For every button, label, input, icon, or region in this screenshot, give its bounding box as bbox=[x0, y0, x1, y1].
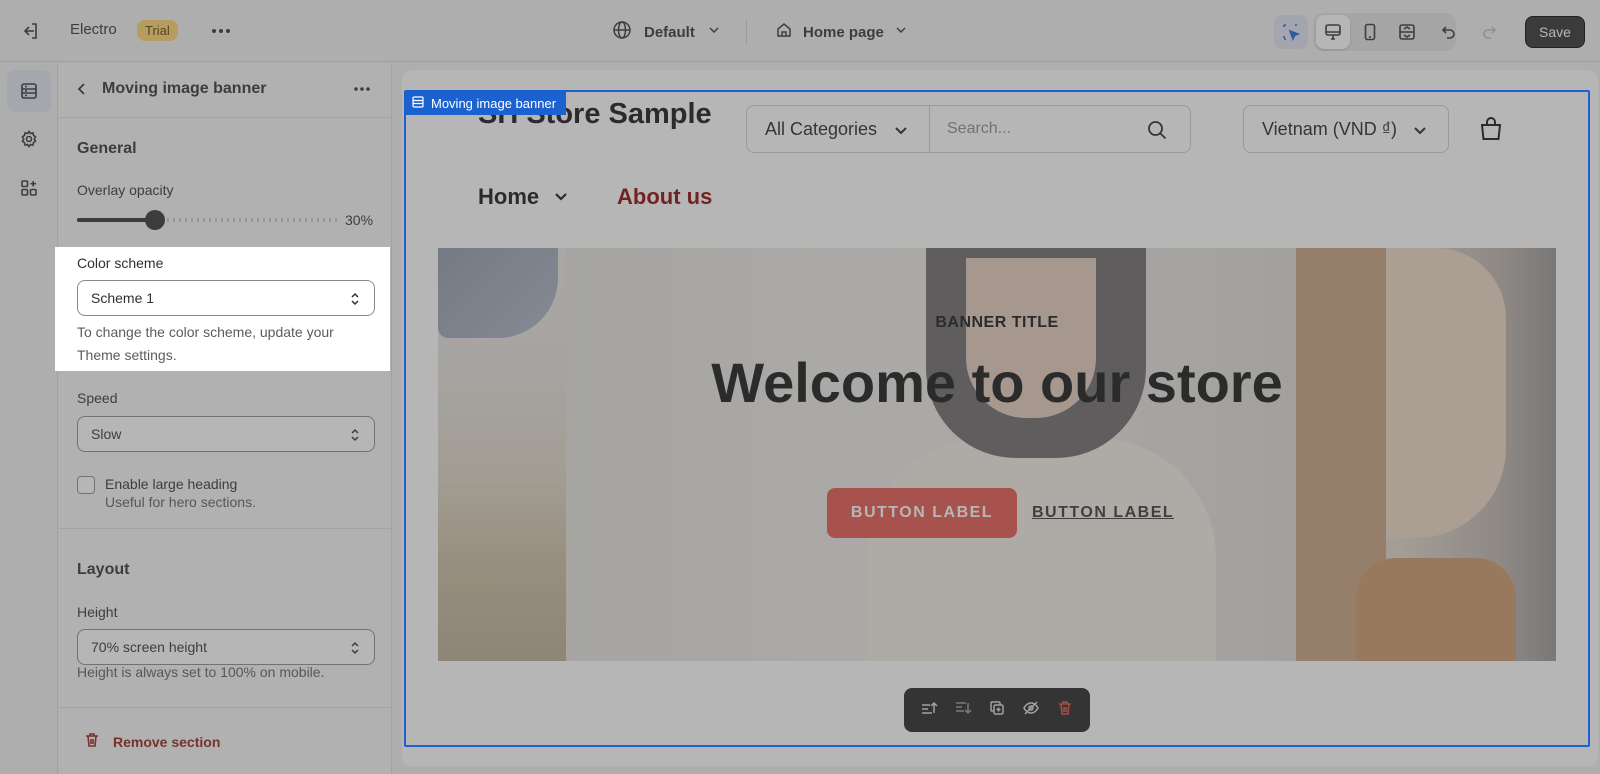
duplicate-icon[interactable] bbox=[988, 699, 1006, 722]
select-chevron-icon bbox=[348, 290, 362, 311]
divider bbox=[59, 528, 392, 529]
trash-icon bbox=[83, 731, 101, 752]
overlay-opacity-slider[interactable] bbox=[77, 218, 337, 222]
theme-selector[interactable]: Default bbox=[612, 20, 721, 44]
trash-icon[interactable] bbox=[1056, 699, 1074, 722]
select-chevron-icon bbox=[348, 426, 362, 447]
slider-thumb[interactable] bbox=[145, 210, 165, 230]
nav-home-label: Home bbox=[478, 184, 540, 209]
chevron-down-icon bbox=[707, 23, 721, 41]
more-horizontal-icon[interactable] bbox=[208, 18, 234, 44]
banner-overlay bbox=[438, 248, 1556, 661]
sections-icon[interactable] bbox=[7, 70, 51, 112]
inspect-icon[interactable] bbox=[1274, 15, 1308, 49]
search-icon[interactable] bbox=[1146, 119, 1168, 146]
store-preview: SH Store Sample All Categories Search...… bbox=[402, 70, 1598, 766]
trial-badge: Trial bbox=[137, 20, 178, 41]
speed-select[interactable]: Slow bbox=[77, 416, 375, 452]
general-heading: General bbox=[77, 140, 137, 157]
color-scheme-help: To change the color scheme, update your … bbox=[77, 324, 334, 363]
height-help: Height is always set to 100% on mobile. bbox=[77, 664, 325, 680]
chevron-down-icon bbox=[553, 184, 569, 210]
color-scheme-label: Color scheme bbox=[77, 255, 164, 271]
app-name: Electro bbox=[70, 21, 117, 38]
enable-large-heading-checkbox[interactable] bbox=[77, 476, 95, 494]
divider bbox=[746, 20, 747, 44]
large-heading-help: Useful for hero sections. bbox=[105, 494, 256, 510]
chevron-down-icon bbox=[893, 122, 909, 143]
color-scheme-select[interactable]: Scheme 1 bbox=[77, 280, 375, 316]
move-up-icon[interactable] bbox=[920, 699, 938, 722]
mobile-icon[interactable] bbox=[1353, 15, 1387, 49]
desktop-icon[interactable] bbox=[1316, 15, 1350, 49]
fullwidth-icon[interactable] bbox=[1390, 15, 1424, 49]
hide-icon[interactable] bbox=[1022, 699, 1040, 722]
save-button[interactable]: Save bbox=[1525, 16, 1585, 48]
apps-icon[interactable] bbox=[7, 167, 51, 209]
nav-about-us[interactable]: About us bbox=[617, 184, 712, 210]
panel-title: Moving image banner bbox=[102, 80, 267, 97]
settings-panel: Moving image banner General Overlay opac… bbox=[59, 63, 392, 774]
height-select[interactable]: 70% screen height bbox=[77, 629, 375, 665]
slider-fill bbox=[77, 218, 155, 222]
height-label: Height bbox=[77, 604, 118, 620]
banner-heading: Welcome to our store bbox=[711, 351, 1283, 414]
overlay-opacity-label: Overlay opacity bbox=[77, 182, 174, 198]
sections-icon bbox=[412, 95, 424, 111]
chevron-down-icon bbox=[1412, 122, 1428, 143]
panel-header: Moving image banner bbox=[59, 63, 392, 118]
top-bar: Electro Trial Default Home page Save bbox=[0, 0, 1600, 62]
page-label: Home page bbox=[803, 23, 884, 41]
remove-section-button[interactable]: Remove section bbox=[83, 731, 220, 752]
layout-heading: Layout bbox=[77, 561, 130, 578]
color-scheme-setting: Color scheme Scheme 1 To change the colo… bbox=[55, 247, 390, 371]
speed-value: Slow bbox=[91, 426, 122, 442]
category-select[interactable]: All Categories bbox=[746, 105, 930, 153]
move-down-icon[interactable] bbox=[954, 699, 972, 722]
banner-secondary-button[interactable]: BUTTON LABEL bbox=[1032, 504, 1174, 522]
cart-icon[interactable] bbox=[1478, 116, 1504, 147]
selected-section-tag[interactable]: Moving image banner bbox=[404, 91, 567, 115]
redo-icon[interactable] bbox=[1472, 15, 1506, 49]
search-placeholder: Search... bbox=[947, 120, 1012, 137]
chevron-left-icon[interactable] bbox=[71, 78, 93, 100]
nav-home[interactable]: Home bbox=[478, 184, 569, 210]
undo-icon[interactable] bbox=[1432, 15, 1466, 49]
select-chevron-icon bbox=[348, 639, 362, 660]
currency-select[interactable]: Vietnam (VND ₫) bbox=[1243, 105, 1449, 153]
speed-label: Speed bbox=[77, 390, 118, 406]
banner-primary-button[interactable]: BUTTON LABEL bbox=[827, 488, 1017, 538]
gear-icon[interactable] bbox=[7, 118, 51, 160]
overlay-opacity-value: 30% bbox=[345, 212, 374, 228]
chevron-down-icon bbox=[894, 23, 908, 41]
globe-icon bbox=[612, 20, 632, 44]
selected-section-label: Moving image banner bbox=[431, 95, 557, 111]
search-input[interactable]: Search... bbox=[929, 105, 1191, 153]
moving-image-banner[interactable]: BANNER TITLE Welcome to our store BUTTON… bbox=[438, 248, 1556, 661]
remove-section-label: Remove section bbox=[113, 733, 221, 750]
currency-value: Vietnam (VND ₫) bbox=[1262, 118, 1397, 139]
category-value: All Categories bbox=[765, 118, 878, 139]
theme-label: Default bbox=[644, 23, 695, 41]
more-horizontal-icon[interactable] bbox=[349, 78, 375, 100]
section-toolbar bbox=[904, 688, 1090, 732]
color-scheme-value: Scheme 1 bbox=[91, 290, 155, 306]
store-header: SH Store Sample All Categories Search...… bbox=[402, 70, 1598, 248]
height-value: 70% screen height bbox=[91, 639, 207, 655]
page-selector[interactable]: Home page bbox=[775, 20, 908, 44]
left-rail bbox=[0, 63, 58, 774]
divider bbox=[59, 707, 392, 708]
home-icon bbox=[775, 21, 793, 43]
enable-large-heading-label: Enable large heading bbox=[105, 476, 238, 492]
banner-title: BANNER TITLE bbox=[935, 314, 1059, 331]
exit-icon[interactable] bbox=[18, 19, 42, 43]
